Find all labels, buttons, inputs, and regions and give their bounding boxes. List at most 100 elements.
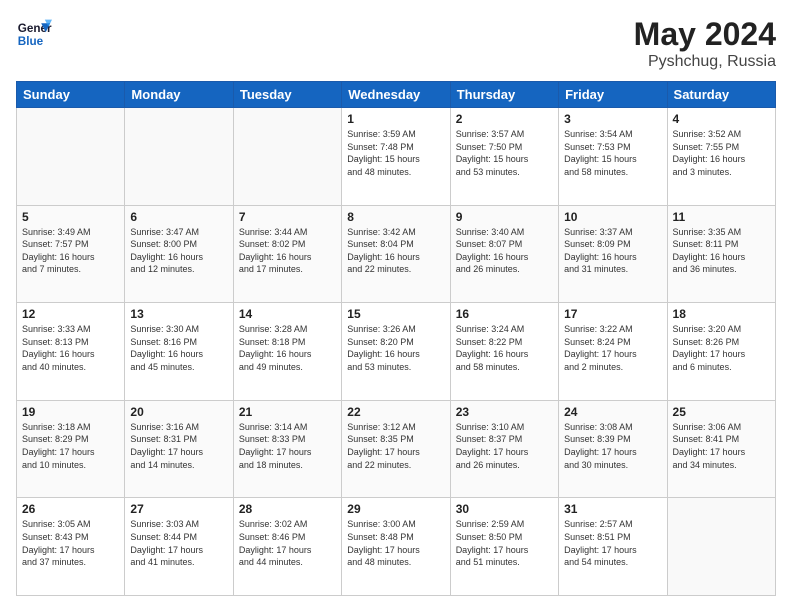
calendar-cell [125, 108, 233, 206]
day-info: Sunrise: 3:57 AM Sunset: 7:50 PM Dayligh… [456, 128, 553, 178]
day-number: 5 [22, 210, 119, 224]
calendar-cell [233, 108, 341, 206]
calendar-cell: 21 Sunrise: 3:14 AM Sunset: 8:33 PM Dayli… [233, 400, 341, 498]
day-number: 1 [347, 112, 444, 126]
day-info: Sunrise: 2:59 AM Sunset: 8:50 PM Dayligh… [456, 518, 553, 568]
day-info: Sunrise: 3:44 AM Sunset: 8:02 PM Dayligh… [239, 226, 336, 276]
calendar-header-row: Sunday Monday Tuesday Wednesday Thursday… [17, 82, 776, 108]
day-number: 28 [239, 502, 336, 516]
day-info: Sunrise: 3:26 AM Sunset: 8:20 PM Dayligh… [347, 323, 444, 373]
day-number: 2 [456, 112, 553, 126]
calendar-cell: 17 Sunrise: 3:22 AM Sunset: 8:24 PM Dayli… [559, 303, 667, 401]
month-year-title: May 2024 [634, 16, 776, 53]
day-info: Sunrise: 3:00 AM Sunset: 8:48 PM Dayligh… [347, 518, 444, 568]
day-number: 7 [239, 210, 336, 224]
calendar-cell: 23Sunrise: 3:10 AM Sunset: 8:37 PM Dayli… [450, 400, 558, 498]
day-info: Sunrise: 3:05 AM Sunset: 8:43 PM Dayligh… [22, 518, 119, 568]
calendar-cell: 13 Sunrise: 3:30 AM Sunset: 8:16 PM Dayli… [125, 303, 233, 401]
calendar-cell: 31Sunrise: 2:57 AM Sunset: 8:51 PM Dayli… [559, 498, 667, 596]
day-number: 6 [130, 210, 227, 224]
day-info: Sunrise: 3:47 AM Sunset: 8:00 PM Dayligh… [130, 226, 227, 276]
day-number: 10 [564, 210, 661, 224]
calendar-cell: 28Sunrise: 3:02 AM Sunset: 8:46 PM Dayli… [233, 498, 341, 596]
day-number: 31 [564, 502, 661, 516]
day-number: 20 [130, 405, 227, 419]
day-info: Sunrise: 3:30 AM Sunset: 8:16 PM Dayligh… [130, 323, 227, 373]
week-row-5: 26 Sunrise: 3:05 AM Sunset: 8:43 PM Dayli… [17, 498, 776, 596]
calendar-cell: 20 Sunrise: 3:16 AM Sunset: 8:31 PM Dayli… [125, 400, 233, 498]
col-sunday: Sunday [17, 82, 125, 108]
day-info: Sunrise: 3:54 AM Sunset: 7:53 PM Dayligh… [564, 128, 661, 178]
day-info: Sunrise: 3:06 AM Sunset: 8:41 PM Dayligh… [673, 421, 770, 471]
day-number: 12 [22, 307, 119, 321]
calendar-cell: 30 Sunrise: 2:59 AM Sunset: 8:50 PM Dayli… [450, 498, 558, 596]
day-number: 14 [239, 307, 336, 321]
calendar-cell: 10 Sunrise: 3:37 AM Sunset: 8:09 PM Dayli… [559, 205, 667, 303]
title-block: May 2024 Pyshchug, Russia [634, 16, 776, 71]
day-number: 9 [456, 210, 553, 224]
day-number: 17 [564, 307, 661, 321]
day-number: 25 [673, 405, 770, 419]
page: General Blue May 2024 Pyshchug, Russia S… [0, 0, 792, 612]
calendar-cell: 11Sunrise: 3:35 AM Sunset: 8:11 PM Dayli… [667, 205, 775, 303]
day-number: 23 [456, 405, 553, 419]
day-info: Sunrise: 3:03 AM Sunset: 8:44 PM Dayligh… [130, 518, 227, 568]
location-subtitle: Pyshchug, Russia [634, 53, 776, 71]
day-number: 26 [22, 502, 119, 516]
day-info: Sunrise: 3:37 AM Sunset: 8:09 PM Dayligh… [564, 226, 661, 276]
day-number: 29 [347, 502, 444, 516]
calendar-cell: 27Sunrise: 3:03 AM Sunset: 8:44 PM Dayli… [125, 498, 233, 596]
calendar-cell: 19 Sunrise: 3:18 AM Sunset: 8:29 PM Dayli… [17, 400, 125, 498]
day-number: 24 [564, 405, 661, 419]
header: General Blue May 2024 Pyshchug, Russia [16, 16, 776, 71]
calendar-cell: 14Sunrise: 3:28 AM Sunset: 8:18 PM Dayli… [233, 303, 341, 401]
day-number: 18 [673, 307, 770, 321]
calendar-cell: 6 Sunrise: 3:47 AM Sunset: 8:00 PM Daylig… [125, 205, 233, 303]
calendar-cell: 16Sunrise: 3:24 AM Sunset: 8:22 PM Dayli… [450, 303, 558, 401]
col-monday: Monday [125, 82, 233, 108]
calendar-cell: 26 Sunrise: 3:05 AM Sunset: 8:43 PM Dayli… [17, 498, 125, 596]
col-tuesday: Tuesday [233, 82, 341, 108]
day-number: 30 [456, 502, 553, 516]
day-info: Sunrise: 3:18 AM Sunset: 8:29 PM Dayligh… [22, 421, 119, 471]
day-number: 19 [22, 405, 119, 419]
calendar-cell: 4 Sunrise: 3:52 AM Sunset: 7:55 PM Daylig… [667, 108, 775, 206]
calendar-cell: 5Sunrise: 3:49 AM Sunset: 7:57 PM Daylig… [17, 205, 125, 303]
day-info: Sunrise: 3:08 AM Sunset: 8:39 PM Dayligh… [564, 421, 661, 471]
day-info: Sunrise: 3:42 AM Sunset: 8:04 PM Dayligh… [347, 226, 444, 276]
col-friday: Friday [559, 82, 667, 108]
day-info: Sunrise: 3:59 AM Sunset: 7:48 PM Dayligh… [347, 128, 444, 178]
day-number: 21 [239, 405, 336, 419]
col-saturday: Saturday [667, 82, 775, 108]
calendar-table: Sunday Monday Tuesday Wednesday Thursday… [16, 81, 776, 596]
calendar-cell: 9Sunrise: 3:40 AM Sunset: 8:07 PM Daylig… [450, 205, 558, 303]
day-info: Sunrise: 3:52 AM Sunset: 7:55 PM Dayligh… [673, 128, 770, 178]
day-info: Sunrise: 3:22 AM Sunset: 8:24 PM Dayligh… [564, 323, 661, 373]
calendar-cell: 8Sunrise: 3:42 AM Sunset: 8:04 PM Daylig… [342, 205, 450, 303]
calendar-cell: 24 Sunrise: 3:08 AM Sunset: 8:39 PM Dayli… [559, 400, 667, 498]
day-info: Sunrise: 3:12 AM Sunset: 8:35 PM Dayligh… [347, 421, 444, 471]
week-row-1: 1 Sunrise: 3:59 AM Sunset: 7:48 PM Daylig… [17, 108, 776, 206]
logo-icon: General Blue [16, 16, 52, 52]
col-thursday: Thursday [450, 82, 558, 108]
week-row-3: 12 Sunrise: 3:33 AM Sunset: 8:13 PM Dayli… [17, 303, 776, 401]
calendar-cell: 22Sunrise: 3:12 AM Sunset: 8:35 PM Dayli… [342, 400, 450, 498]
day-number: 15 [347, 307, 444, 321]
calendar-cell [667, 498, 775, 596]
week-row-2: 5Sunrise: 3:49 AM Sunset: 7:57 PM Daylig… [17, 205, 776, 303]
day-info: Sunrise: 3:33 AM Sunset: 8:13 PM Dayligh… [22, 323, 119, 373]
calendar-cell: 1 Sunrise: 3:59 AM Sunset: 7:48 PM Daylig… [342, 108, 450, 206]
day-number: 4 [673, 112, 770, 126]
day-number: 13 [130, 307, 227, 321]
calendar-cell: 12 Sunrise: 3:33 AM Sunset: 8:13 PM Dayli… [17, 303, 125, 401]
day-number: 3 [564, 112, 661, 126]
day-info: Sunrise: 3:16 AM Sunset: 8:31 PM Dayligh… [130, 421, 227, 471]
svg-text:Blue: Blue [18, 35, 44, 48]
day-info: Sunrise: 3:14 AM Sunset: 8:33 PM Dayligh… [239, 421, 336, 471]
col-wednesday: Wednesday [342, 82, 450, 108]
calendar-cell: 2 Sunrise: 3:57 AM Sunset: 7:50 PM Daylig… [450, 108, 558, 206]
day-number: 11 [673, 210, 770, 224]
calendar-cell: 7 Sunrise: 3:44 AM Sunset: 8:02 PM Daylig… [233, 205, 341, 303]
calendar-cell: 15 Sunrise: 3:26 AM Sunset: 8:20 PM Dayli… [342, 303, 450, 401]
calendar-cell: 25 Sunrise: 3:06 AM Sunset: 8:41 PM Dayli… [667, 400, 775, 498]
